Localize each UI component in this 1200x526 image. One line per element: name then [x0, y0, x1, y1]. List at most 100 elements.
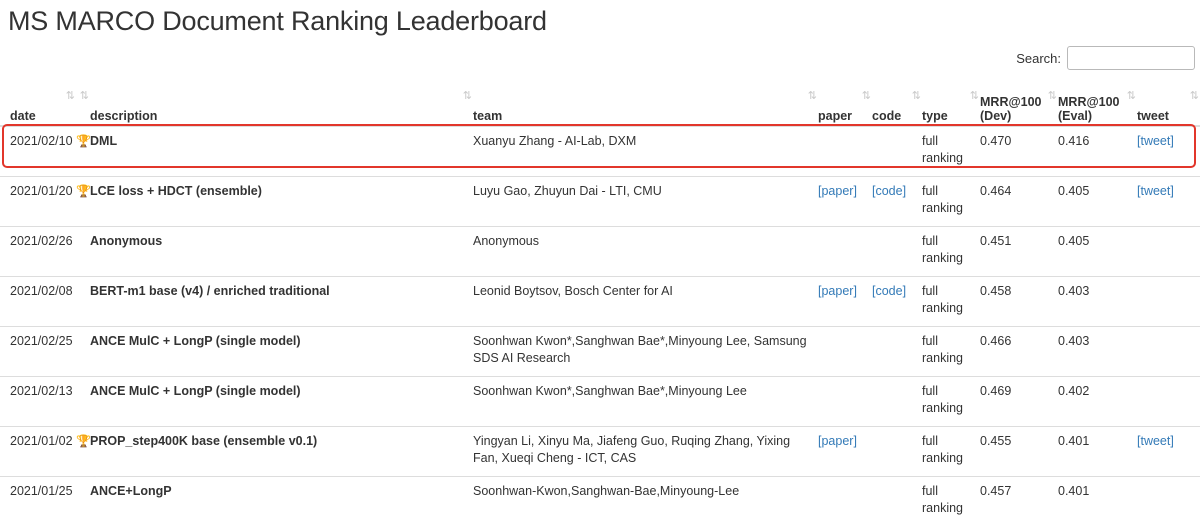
- row-tweet-cell: [1137, 227, 1200, 277]
- trophy-icon: 🏆: [76, 133, 91, 150]
- column-header-tweet[interactable]: tweet ⇅: [1137, 81, 1200, 126]
- row-type: fullranking: [922, 327, 980, 377]
- row-code-cell: [code]: [872, 177, 922, 227]
- sort-icon[interactable]: ⇅: [1127, 89, 1134, 102]
- row-code-cell: [872, 377, 922, 427]
- row-description: ANCE MulC + LongP (single model): [90, 377, 473, 427]
- row-paper-cell: [818, 377, 872, 427]
- search-input[interactable]: [1067, 46, 1195, 70]
- paper-link[interactable]: [paper]: [818, 284, 857, 298]
- row-date: 2021/02/25: [0, 327, 76, 377]
- sort-icon[interactable]: ⇅: [970, 89, 977, 102]
- row-tweet-cell: [tweet]: [1137, 427, 1200, 477]
- row-mrr-eval: 0.416: [1058, 126, 1137, 177]
- row-type: fullranking: [922, 277, 980, 327]
- row-description: DML: [90, 126, 473, 177]
- code-link[interactable]: [code]: [872, 184, 906, 198]
- row-date: 2021/01/25: [0, 477, 76, 526]
- row-mrr-eval: 0.402: [1058, 377, 1137, 427]
- row-date: 2021/01/20: [0, 177, 76, 227]
- table-row: 2021/02/25 ANCE MulC + LongP (single mod…: [0, 327, 1200, 377]
- trophy-icon: 🏆: [76, 183, 91, 200]
- row-type: fullranking: [922, 126, 980, 177]
- row-mrr-dev: 0.451: [980, 227, 1058, 277]
- table-row: 2021/02/08 BERT-m1 base (v4) / enriched …: [0, 277, 1200, 327]
- row-paper-cell: [818, 126, 872, 177]
- leaderboard-rows: 2021/02/10 🏆 DML Xuanyu Zhang - AI-Lab, …: [0, 126, 1200, 526]
- leaderboard-table: date ⇅ ⇅ description ⇅ team ⇅ paper ⇅: [0, 81, 1200, 526]
- column-header-mrr-eval[interactable]: MRR@100(Eval) ⇅: [1058, 81, 1137, 126]
- row-mrr-dev: 0.469: [980, 377, 1058, 427]
- paper-link[interactable]: [paper]: [818, 434, 857, 448]
- row-team: Soonhwan Kwon*,Sanghwan Bae*,Minyoung Le…: [473, 377, 818, 427]
- page-title: MS MARCO Document Ranking Leaderboard: [8, 6, 547, 37]
- row-type: fullranking: [922, 477, 980, 526]
- row-date: 2021/02/13: [0, 377, 76, 427]
- row-trophy-cell: [76, 477, 90, 526]
- table-row: 2021/01/02 🏆 PROP_step400K base (ensembl…: [0, 427, 1200, 477]
- row-paper-cell: [paper]: [818, 177, 872, 227]
- code-link[interactable]: [code]: [872, 284, 906, 298]
- row-team: Xuanyu Zhang - AI-Lab, DXM: [473, 126, 818, 177]
- row-trophy-cell: [76, 227, 90, 277]
- column-header-type[interactable]: type ⇅: [922, 81, 980, 126]
- leaderboard-page: MS MARCO Document Ranking Leaderboard Se…: [0, 0, 1200, 466]
- row-paper-cell: [paper]: [818, 427, 872, 477]
- row-date: 2021/01/02: [0, 427, 76, 477]
- column-header-team[interactable]: team ⇅: [473, 81, 818, 126]
- row-code-cell: [872, 126, 922, 177]
- row-date: 2021/02/08: [0, 277, 76, 327]
- column-header-trophy[interactable]: ⇅: [76, 81, 90, 126]
- row-trophy-cell: 🏆: [76, 177, 90, 227]
- row-paper-cell: [818, 327, 872, 377]
- row-trophy-cell: 🏆: [76, 126, 90, 177]
- sort-icon[interactable]: ⇅: [463, 89, 470, 102]
- tweet-link[interactable]: [tweet]: [1137, 134, 1174, 148]
- table-row: 2021/02/26 Anonymous Anonymous fullranki…: [0, 227, 1200, 277]
- row-type: fullranking: [922, 427, 980, 477]
- row-code-cell: [872, 327, 922, 377]
- table-row: 2021/01/20 🏆 LCE loss + HDCT (ensemble) …: [0, 177, 1200, 227]
- row-date: 2021/02/26: [0, 227, 76, 277]
- paper-link[interactable]: [paper]: [818, 184, 857, 198]
- column-header-description[interactable]: description ⇅: [90, 81, 473, 126]
- row-description: PROP_step400K base (ensemble v0.1): [90, 427, 473, 477]
- row-code-cell: [872, 477, 922, 526]
- row-team: Yingyan Li, Xinyu Ma, Jiafeng Guo, Ruqin…: [473, 427, 818, 477]
- row-team: Soonhwan-Kwon,Sanghwan-Bae,Minyoung-Lee: [473, 477, 818, 526]
- row-paper-cell: [818, 477, 872, 526]
- trophy-icon: 🏆: [76, 433, 91, 450]
- sort-icon[interactable]: ⇅: [66, 89, 73, 102]
- row-mrr-dev: 0.455: [980, 427, 1058, 477]
- row-mrr-dev: 0.464: [980, 177, 1058, 227]
- row-paper-cell: [paper]: [818, 277, 872, 327]
- column-header-paper[interactable]: paper ⇅: [818, 81, 872, 126]
- sort-icon[interactable]: ⇅: [912, 89, 919, 102]
- tweet-link[interactable]: [tweet]: [1137, 434, 1174, 448]
- row-mrr-eval: 0.405: [1058, 177, 1137, 227]
- search-label: Search:: [1016, 51, 1061, 66]
- row-code-cell: [872, 227, 922, 277]
- header-row: date ⇅ ⇅ description ⇅ team ⇅ paper ⇅: [0, 81, 1200, 126]
- sort-icon[interactable]: ⇅: [808, 89, 815, 102]
- row-tweet-cell: [tweet]: [1137, 126, 1200, 177]
- table-row: 2021/02/10 🏆 DML Xuanyu Zhang - AI-Lab, …: [0, 126, 1200, 177]
- row-tweet-cell: [1137, 377, 1200, 427]
- row-mrr-eval: 0.403: [1058, 327, 1137, 377]
- sort-icon[interactable]: ⇅: [1048, 89, 1055, 102]
- row-mrr-dev: 0.457: [980, 477, 1058, 526]
- row-trophy-cell: 🏆: [76, 427, 90, 477]
- search-box: Search:: [1016, 46, 1195, 70]
- row-mrr-eval: 0.405: [1058, 227, 1137, 277]
- tweet-link[interactable]: [tweet]: [1137, 184, 1174, 198]
- sort-icon[interactable]: ⇅: [1190, 89, 1197, 102]
- row-trophy-cell: [76, 377, 90, 427]
- column-header-code[interactable]: code ⇅: [872, 81, 922, 126]
- row-tweet-cell: [1137, 277, 1200, 327]
- row-code-cell: [872, 427, 922, 477]
- row-description: Anonymous: [90, 227, 473, 277]
- sort-icon[interactable]: ⇅: [862, 89, 869, 102]
- sort-icon[interactable]: ⇅: [80, 89, 87, 102]
- column-header-mrr-dev[interactable]: MRR@100(Dev) ⇅: [980, 81, 1058, 126]
- column-header-date[interactable]: date ⇅: [0, 81, 76, 126]
